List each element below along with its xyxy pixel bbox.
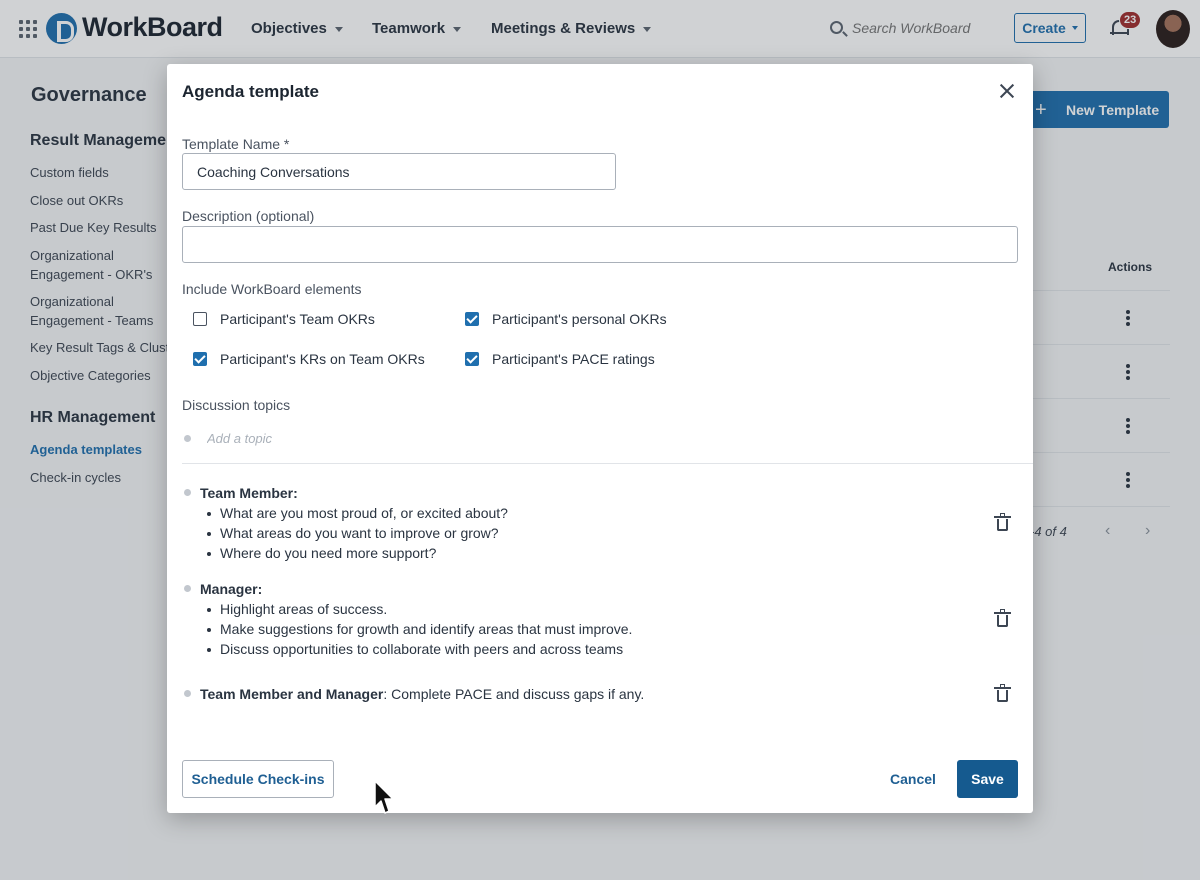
team-okrs-checkbox[interactable] [193, 312, 207, 326]
topic-bullet-text: Make suggestions for growth and identify… [220, 621, 633, 637]
topic-title-bold: Team Member: [200, 485, 298, 501]
trash-icon[interactable] [994, 684, 1011, 702]
template-name-label: Template Name * [182, 136, 290, 152]
discussion-topics-label: Discussion topics [182, 397, 291, 413]
mouse-cursor-icon [374, 780, 394, 814]
topic-bullet [184, 435, 191, 442]
modal-title: Agenda template [182, 82, 319, 101]
topic-title-bold: Team Member and Manager [200, 686, 384, 702]
topic-bullet-item: What are you most proud of, or excited a… [207, 505, 508, 521]
personal-okrs-checkbox[interactable] [465, 312, 479, 326]
topic-bullet [184, 690, 191, 697]
topic-bullet-item: Highlight areas of success. [207, 601, 387, 617]
topic-bullet-item: Discuss opportunities to collaborate wit… [207, 641, 623, 657]
krs-on-team-okrs-label: Participant's KRs on Team OKRs [220, 351, 425, 367]
topic-bullet [184, 585, 191, 592]
topic-title[interactable]: Manager: [200, 581, 262, 597]
topic-bullet-text: Where do you need more support? [220, 545, 437, 561]
topic-title[interactable]: Team Member and Manager: Complete PACE a… [200, 686, 644, 702]
description-label: Description (optional) [182, 208, 315, 224]
trash-icon[interactable] [994, 609, 1011, 627]
topic-bullet-text: What are you most proud of, or excited a… [220, 505, 508, 521]
topics-divider [182, 463, 1033, 464]
save-button[interactable]: Save [957, 760, 1018, 798]
cancel-button[interactable]: Cancel [883, 760, 943, 798]
topic-title-bold: Manager: [200, 581, 263, 597]
topic-bullet-text: What areas do you want to improve or gro… [220, 525, 499, 541]
trash-icon[interactable] [994, 513, 1011, 531]
topic-bullet-item: Where do you need more support? [207, 545, 436, 561]
template-name-input[interactable] [182, 153, 616, 190]
description-input[interactable] [182, 226, 1018, 263]
team-okrs-label: Participant's Team OKRs [220, 311, 375, 327]
topic-bullet-text: Discuss opportunities to collaborate wit… [220, 641, 624, 657]
topic-bullet-item: What areas do you want to improve or gro… [207, 525, 499, 541]
schedule-check-ins-button[interactable]: Schedule Check-ins [182, 760, 334, 798]
topic-title[interactable]: Team Member: [200, 485, 298, 501]
pace-ratings-checkbox[interactable] [465, 352, 479, 366]
pace-ratings-label: Participant's PACE ratings [492, 351, 655, 367]
personal-okrs-label: Participant's personal OKRs [492, 311, 667, 327]
krs-on-team-okrs-checkbox[interactable] [193, 352, 207, 366]
topic-title-rest: : Complete PACE and discuss gaps if any. [383, 686, 645, 702]
agenda-template-modal: Agenda template Template Name * Descript… [167, 64, 1033, 813]
topic-bullet [184, 489, 191, 496]
topic-bullet-item: Make suggestions for growth and identify… [207, 621, 632, 637]
add-topic-input[interactable] [207, 431, 507, 446]
topic-bullet-text: Highlight areas of success. [220, 601, 388, 617]
workboard-elements-label: Include WorkBoard elements [182, 281, 362, 297]
close-icon[interactable] [999, 83, 1015, 99]
